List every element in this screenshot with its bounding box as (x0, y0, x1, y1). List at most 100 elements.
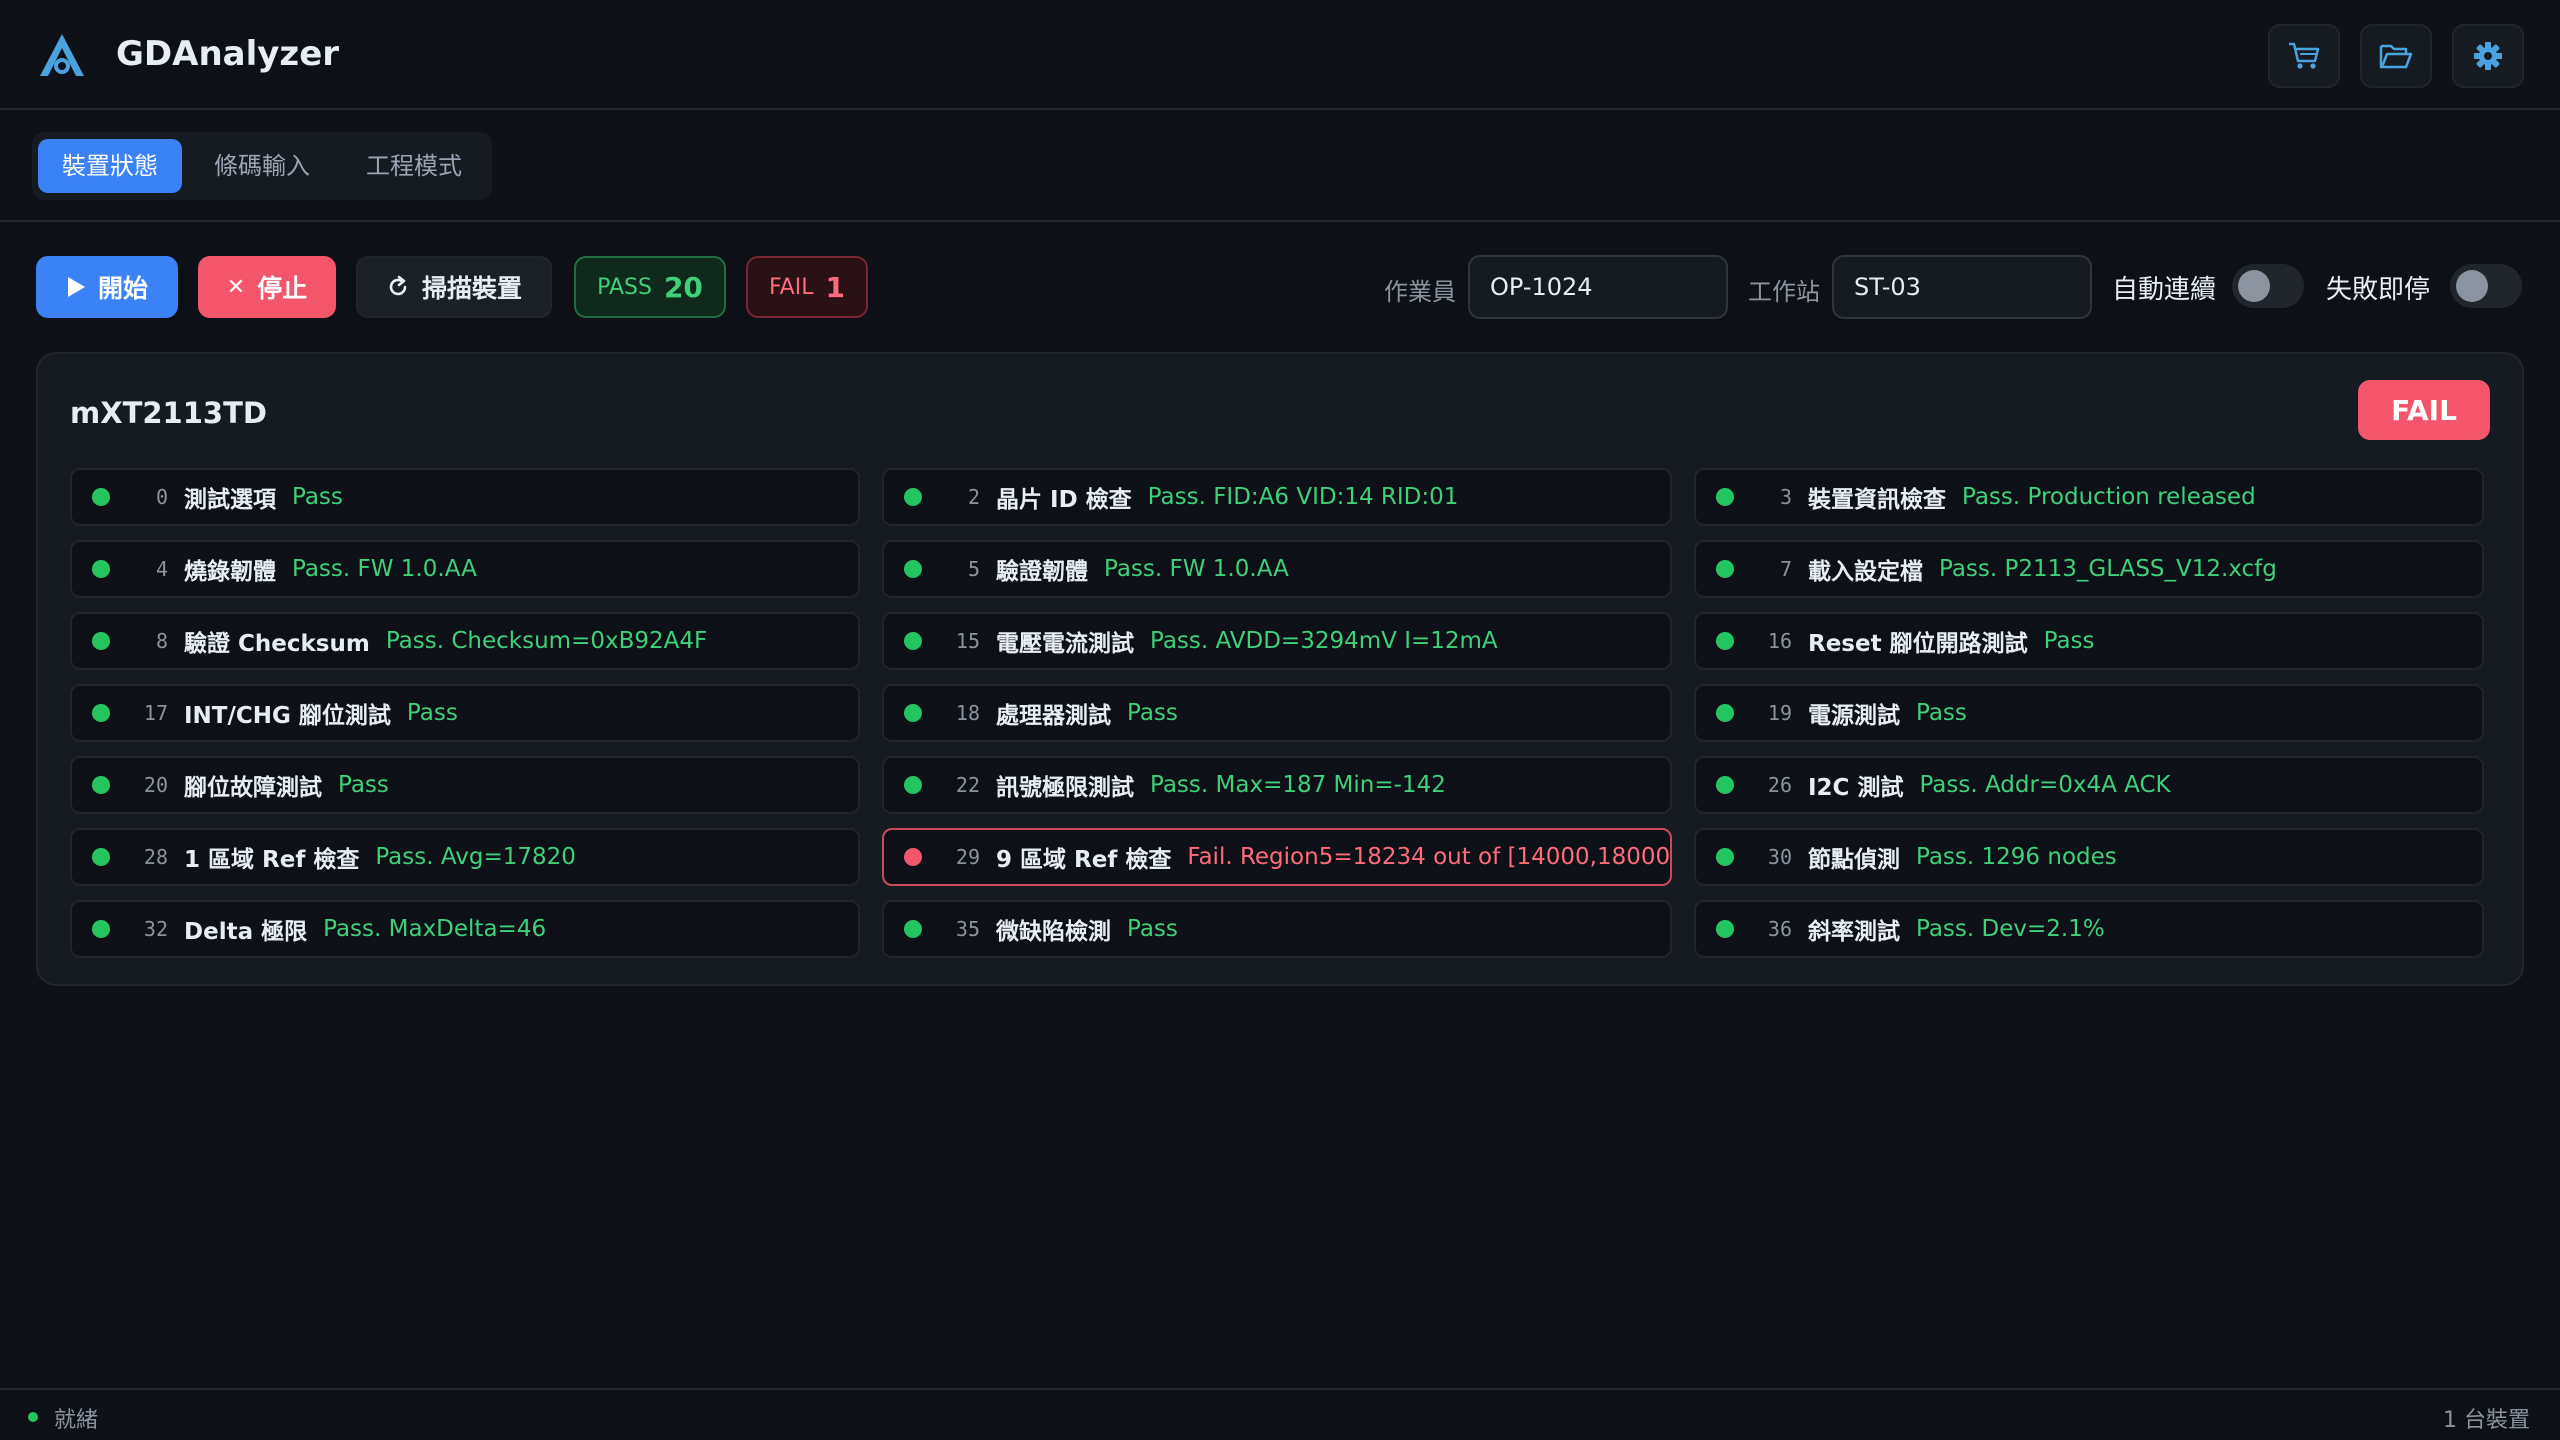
status-dot (92, 848, 110, 866)
status-dot (92, 704, 110, 722)
station-input[interactable] (1832, 255, 2092, 319)
test-result: Pass. FID:A6 VID:14 RID:01 (1147, 484, 1459, 510)
test-name: Reset 腳位開路測試 (1808, 631, 2028, 657)
test-id: 32 (143, 917, 168, 941)
fail-label: FAIL (769, 274, 814, 300)
stop-button[interactable]: ✕ 停止 (198, 256, 336, 318)
test-row: 3 裝置資訊檢查 Pass. Production released (1694, 468, 2484, 526)
operator-input[interactable] (1468, 255, 1728, 319)
test-result: Pass (1127, 700, 1178, 726)
test-id: 16 (1767, 629, 1792, 653)
open-folder-button[interactable] (2360, 24, 2432, 88)
status-dot (1716, 920, 1734, 938)
app-logo-icon (40, 34, 84, 76)
toggle-knob (2456, 270, 2488, 302)
settings-button[interactable] (2452, 24, 2524, 88)
test-result: Pass. 1296 nodes (1916, 844, 2117, 870)
gear-icon (2474, 42, 2502, 70)
test-id: 36 (1767, 917, 1792, 941)
device-status-badge: FAIL (2358, 380, 2490, 440)
stop-on-fail-toggle[interactable] (2450, 264, 2522, 308)
test-name: 裝置資訊檢查 (1808, 487, 1946, 513)
test-result: Pass. Dev=2.1% (1916, 916, 2105, 942)
test-result: Pass (1916, 700, 1967, 726)
test-id: 22 (955, 773, 980, 797)
status-dot (92, 776, 110, 794)
test-name: 斜率測試 (1808, 919, 1900, 945)
pass-count-badge: PASS 20 (574, 256, 726, 318)
status-dot (1716, 488, 1734, 506)
test-id: 3 (1779, 485, 1792, 509)
status-dot (904, 488, 922, 506)
status-dot (1716, 776, 1734, 794)
test-name: 驗證韌體 (996, 559, 1088, 585)
test-id: 5 (967, 557, 980, 581)
scan-devices-button[interactable]: 掃描裝置 (356, 256, 552, 318)
test-result: Pass. AVDD=3294mV I=12mA (1150, 628, 1498, 654)
test-row: 32 Delta 極限 Pass. MaxDelta=46 (70, 900, 860, 958)
test-name: 晶片 ID 檢查 (996, 487, 1132, 513)
status-dot (1716, 560, 1734, 578)
test-row: 0 測試選項 Pass (70, 468, 860, 526)
test-id: 20 (143, 773, 168, 797)
test-row: 2 晶片 ID 檢查 Pass. FID:A6 VID:14 RID:01 (882, 468, 1672, 526)
app-window: GDAnalyzer 裝置狀態 條碼輸入 工程模式 開始 ✕ 停止 掃描裝置 P… (0, 0, 2560, 1440)
stop-button-label: 停止 (257, 274, 308, 303)
test-result: Pass. FW 1.0.AA (1104, 556, 1289, 582)
fail-count: 1 (825, 270, 845, 304)
test-result: Pass. MaxDelta=46 (323, 916, 547, 942)
status-dot (904, 776, 922, 794)
tab-group: 裝置狀態 條碼輸入 工程模式 (32, 132, 492, 200)
test-result: Pass. Max=187 Min=-142 (1150, 772, 1446, 798)
test-id: 28 (143, 845, 168, 869)
test-name: 1 區域 Ref 檢查 (184, 847, 360, 873)
test-id: 30 (1767, 845, 1792, 869)
refresh-icon (389, 275, 407, 296)
test-name: 腳位故障測試 (184, 775, 322, 801)
test-row: 28 1 區域 Ref 檢查 Pass. Avg=17820 (70, 828, 860, 886)
test-name: 處理器測試 (996, 703, 1111, 729)
test-id: 19 (1767, 701, 1792, 725)
start-button[interactable]: 開始 (36, 256, 178, 318)
test-result: Pass. Checksum=0xB92A4F (385, 628, 708, 654)
test-name: 節點偵測 (1808, 847, 1900, 873)
app-header: GDAnalyzer (0, 0, 2560, 110)
cart-button[interactable] (2268, 24, 2340, 88)
test-name: 載入設定檔 (1808, 559, 1923, 585)
tab-barcode-input[interactable]: 條碼輸入 (190, 139, 334, 193)
test-result: Pass (2043, 628, 2095, 654)
scan-button-label: 掃描裝置 (421, 274, 522, 303)
auto-continue-label: 自動連續 (2112, 275, 2217, 305)
test-id: 8 (155, 629, 168, 653)
tab-bar: 裝置狀態 條碼輸入 工程模式 (0, 110, 2560, 222)
test-row: 5 驗證韌體 Pass. FW 1.0.AA (882, 540, 1672, 598)
status-bar: 就緒 1 台裝置 (0, 1388, 2560, 1440)
folder-open-icon (2379, 44, 2413, 69)
test-results-grid: 0 測試選項 Pass 2 晶片 ID 檢查 Pass. FID:A6 VID:14 RI… (70, 468, 2492, 958)
test-id: 2 (967, 485, 980, 509)
play-icon (67, 277, 85, 297)
tab-device-status[interactable]: 裝置狀態 (38, 139, 182, 193)
status-dot (904, 560, 922, 578)
test-result: Fail. Region5=18234 out of [14000,18000] (1187, 844, 1672, 870)
toolbar: 開始 ✕ 停止 掃描裝置 PASS 20 FAIL 1 作業員 工作站 自動連續… (0, 252, 2560, 320)
test-name: 電源測試 (1808, 703, 1900, 729)
test-id: 18 (955, 701, 980, 725)
test-id: 4 (155, 557, 168, 581)
test-result: Pass (406, 700, 458, 726)
test-name: 燒錄韌體 (184, 559, 276, 585)
operator-label: 作業員 (1384, 278, 1456, 306)
status-dot (904, 920, 922, 938)
test-result: Pass (338, 772, 389, 798)
test-name: 9 區域 Ref 檢查 (996, 847, 1172, 873)
test-result: Pass. Production released (1962, 484, 2256, 510)
status-dot (1716, 704, 1734, 722)
auto-continue-toggle[interactable] (2232, 264, 2304, 308)
test-result: Pass. P2113_GLASS_V12.xcfg (1939, 556, 2277, 582)
status-dot (904, 848, 922, 866)
stop-on-fail-label: 失敗即停 (2326, 275, 2431, 305)
tab-engineering-mode[interactable]: 工程模式 (342, 139, 486, 193)
status-dot (904, 704, 922, 722)
app-title: GDAnalyzer (116, 34, 340, 74)
status-dot (92, 560, 110, 578)
